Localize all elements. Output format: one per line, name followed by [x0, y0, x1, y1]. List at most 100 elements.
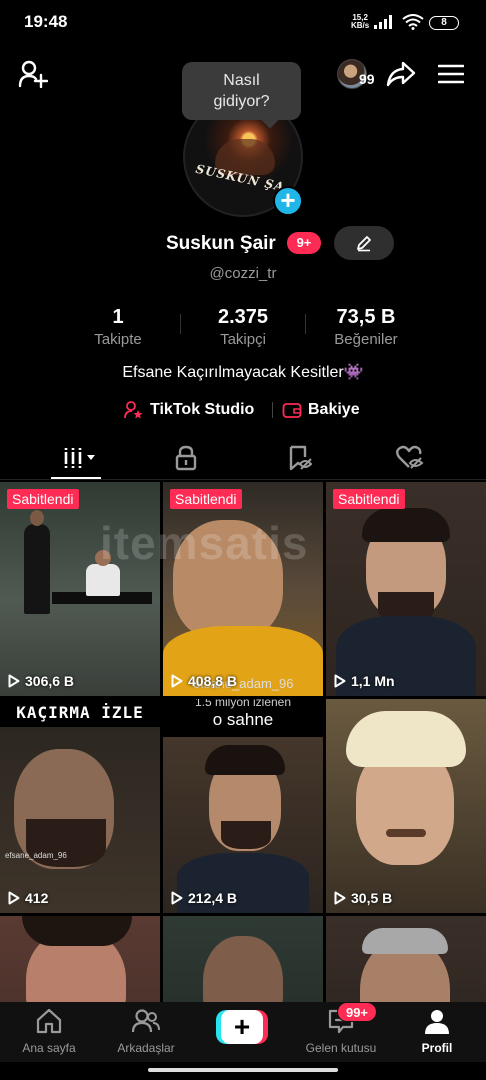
share-icon[interactable] [386, 60, 416, 88]
add-friend-icon[interactable] [18, 60, 48, 88]
stat-divider [305, 314, 306, 334]
thumb-blond-hair [346, 711, 466, 767]
video-thumbnail[interactable]: Sabitlendi efsane_adam_96 408,8 B [163, 482, 323, 696]
likes-count: 73,5 B [336, 306, 396, 328]
tab-favorites[interactable] [265, 436, 335, 480]
view-count: 408,8 B [171, 673, 237, 689]
tiktok-studio-label: TikTok Studio [150, 401, 255, 418]
thumb-caption-line-2: o sahne [212, 710, 274, 729]
wallet-icon [282, 403, 302, 418]
tab-liked[interactable] [375, 436, 445, 480]
friends-icon [131, 1009, 160, 1033]
create-video-button[interactable]: + [216, 1010, 268, 1044]
thumb-gray-hair [362, 928, 448, 954]
nav-profile[interactable]: Profil [392, 1008, 482, 1055]
grid-bars-icon [64, 448, 95, 468]
balance-link[interactable]: Bakiye [282, 398, 360, 422]
view-count-value: 30,5 B [351, 890, 393, 906]
stat-followers[interactable]: 2.375 Takipçi [188, 306, 298, 348]
stat-likes[interactable]: 73,5 B Beğeniler [311, 306, 421, 348]
lock-icon [175, 445, 197, 471]
name-notification-badge[interactable]: 9+ [287, 232, 321, 254]
studio-person-star-icon [124, 401, 143, 419]
pinned-badge: Sabitlendi [7, 489, 79, 509]
nav-friends-label: Arkadaşlar [117, 1041, 175, 1055]
profile-handle: @cozzi_tr [209, 265, 277, 282]
following-count: 1 [112, 306, 124, 328]
play-icon [334, 674, 346, 688]
tab-videos[interactable] [45, 436, 115, 480]
battery-icon: 8 [429, 16, 459, 30]
play-icon [8, 891, 20, 905]
video-thumbnail[interactable]: 1.5 milyon izlenen o sahne 212,4 B [163, 699, 323, 913]
pencil-icon [357, 236, 371, 252]
stat-divider [180, 314, 181, 334]
video-thumbnail[interactable] [163, 916, 323, 1002]
tiktok-studio-link[interactable]: TikTok Studio [124, 398, 254, 422]
network-speed: 15,2 KB/s [351, 14, 369, 30]
view-count-value: 306,6 B [25, 673, 75, 689]
video-thumbnail[interactable]: 30,5 B [326, 699, 486, 913]
inbox-badge: 99+ [337, 1002, 377, 1022]
view-count: 1,1 Mn [334, 673, 395, 689]
thumb-watermark: efsane_adam_96 [5, 851, 67, 860]
home-indicator[interactable] [148, 1068, 338, 1072]
view-count: 30,5 B [334, 890, 392, 906]
friend-count-badge: 99 [359, 71, 375, 87]
thumb-figure-standing [24, 524, 50, 614]
thumb-face [203, 936, 283, 1002]
thumb-caption-bar: 1.5 milyon izlenen o sahne [163, 699, 323, 737]
nav-home-label: Ana sayfa [22, 1041, 76, 1055]
links-divider [272, 402, 273, 418]
network-speed-unit: KB/s [351, 21, 370, 30]
nav-inbox-label: Gelen kutusu [305, 1041, 377, 1055]
edit-profile-button[interactable] [334, 226, 394, 260]
bookmark-eye-icon [289, 445, 313, 471]
menu-icon[interactable] [438, 64, 464, 84]
thumb-caption-line-1: 1.5 milyon izlenen [194, 699, 292, 709]
play-icon [171, 891, 183, 905]
plus-icon: + [221, 1010, 263, 1044]
pinned-badge: Sabitlendi [170, 489, 242, 509]
video-thumbnail[interactable]: KAÇIRMA İZLE efsane_adam_96 412 [0, 699, 160, 913]
thumb-mustache [386, 829, 426, 837]
profile-name: Suskun Şair [166, 233, 276, 254]
tab-private[interactable] [151, 436, 221, 480]
likes-label: Beğeniler [334, 331, 398, 348]
active-tab-indicator [51, 477, 101, 479]
nav-home[interactable]: Ana sayfa [4, 1008, 94, 1055]
profile-bio: Efsane Kaçırılmayacak Kesitler👾 [122, 364, 364, 381]
play-icon [8, 674, 20, 688]
view-count-value: 412 [25, 890, 49, 906]
thumb-hair [362, 508, 450, 542]
thumb-caption: KAÇIRMA İZLE [16, 703, 144, 722]
thumb-figure-head [30, 510, 44, 526]
status-bar: 19:48 15,2 KB/s 8 [0, 0, 486, 44]
profile-tabs [0, 436, 486, 480]
following-label: Takipte [94, 331, 142, 348]
signal-icon [374, 15, 392, 29]
nav-friends[interactable]: Arkadaşlar [101, 1008, 191, 1055]
tooltip-line-1: Nasıl [223, 72, 260, 89]
add-story-plus-icon[interactable]: + [273, 186, 303, 216]
followers-count: 2.375 [217, 306, 269, 328]
video-thumbnail[interactable] [0, 916, 160, 1002]
view-count: 306,6 B [8, 673, 74, 689]
status-time: 19:48 [24, 12, 68, 31]
stat-following[interactable]: 1 Takipte [63, 306, 173, 348]
video-thumbnail[interactable] [326, 916, 486, 1002]
play-icon [334, 891, 346, 905]
view-count-value: 1,1 Mn [351, 673, 395, 689]
pinned-badge: Sabitlendi [333, 489, 405, 509]
home-icon [36, 1008, 62, 1034]
watermark-overlay: itemsatis [100, 517, 309, 569]
followers-label: Takipçi [220, 331, 266, 348]
tooltip-bubble[interactable]: Nasıl gidiyor? [182, 62, 301, 120]
heart-eye-icon [396, 445, 424, 469]
video-thumbnail[interactable]: Sabitlendi 1,1 Mn [326, 482, 486, 696]
video-thumbnail[interactable]: Sabitlendi 306,6 B [0, 482, 160, 696]
view-count-value: 212,4 B [188, 890, 238, 906]
play-icon [171, 674, 183, 688]
wifi-icon [402, 14, 424, 30]
bottom-navigation: Ana sayfa Arkadaşlar + Gelen kutusu Prof… [0, 1002, 486, 1062]
